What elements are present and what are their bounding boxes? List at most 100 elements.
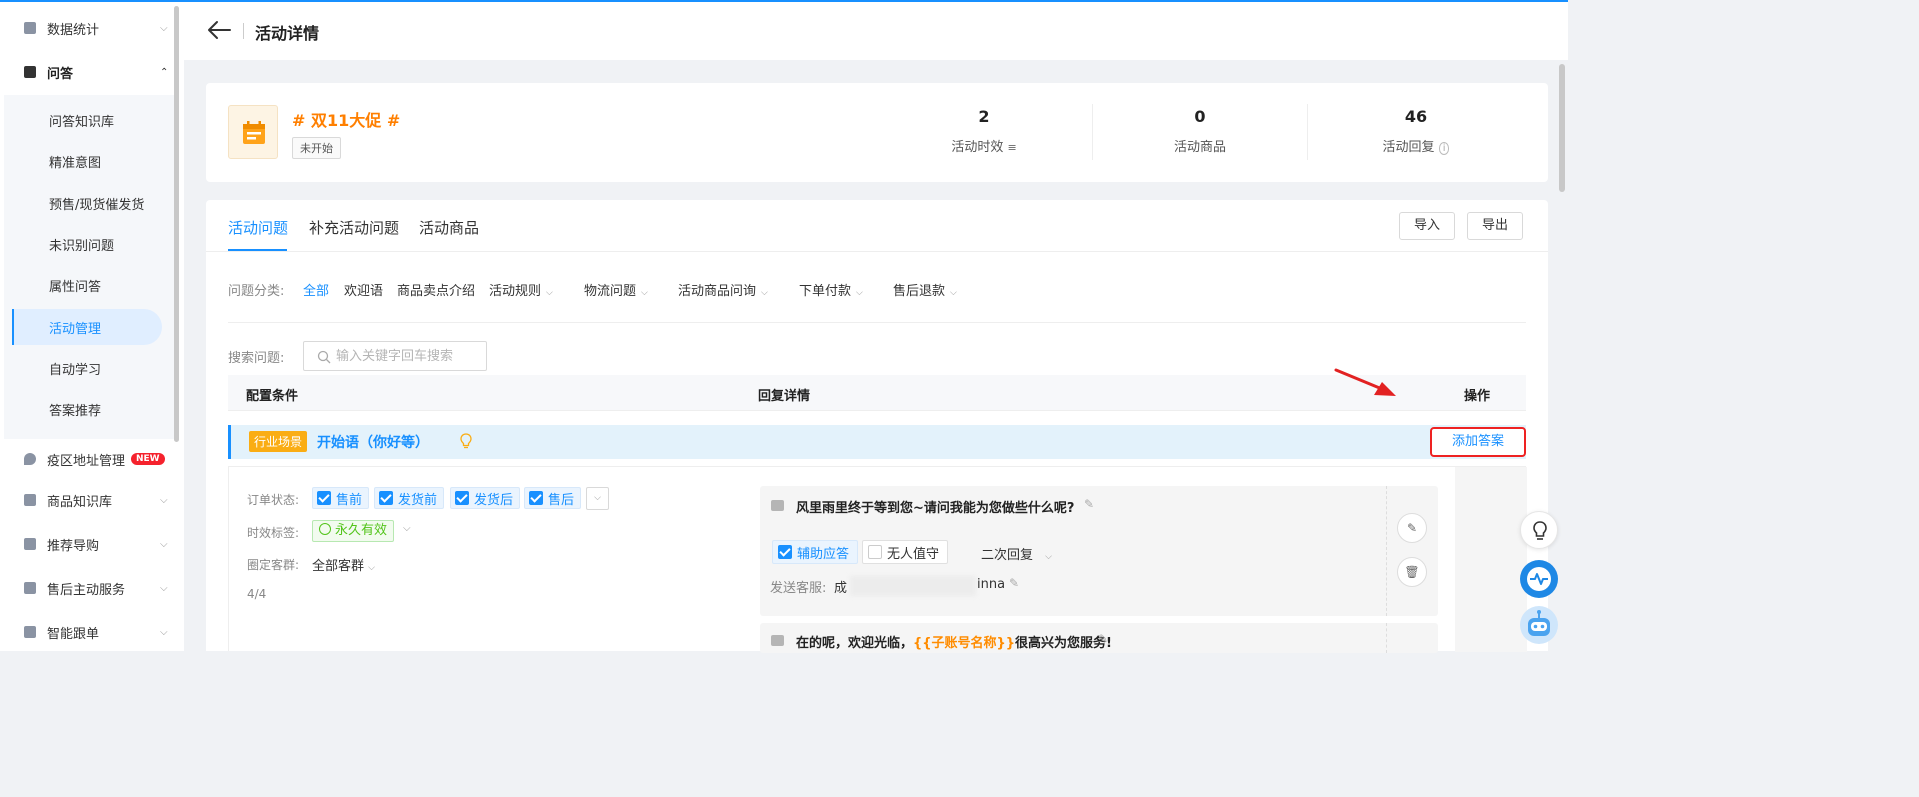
filter-all[interactable]: 全部: [303, 280, 329, 299]
unattended-checkbox[interactable]: 无人值守: [862, 540, 949, 564]
pulse-icon: [1527, 567, 1551, 591]
search-label: 搜索问题:: [228, 351, 285, 366]
delete-reply-button[interactable]: 🗑: [1397, 557, 1427, 587]
checkbox-label: 售后: [548, 492, 575, 508]
scene-group-row: 行业场景 开始语（你好等） 添加答案: [228, 425, 1526, 459]
filter-item-label: 欢迎语: [344, 284, 384, 299]
order-status-before-ship-checkbox[interactable]: 发货前: [374, 487, 445, 509]
time-label: 时效标签:: [247, 526, 300, 540]
checkbox-label: 辅助应答: [797, 546, 850, 562]
page-scrollbar[interactable]: [1559, 64, 1565, 192]
tab-activity-products[interactable]: 活动商品: [419, 217, 479, 238]
filter-item-label: 全部: [303, 284, 330, 299]
edit-pencil-icon[interactable]: ✎: [1009, 576, 1019, 590]
assist-reply-checkbox[interactable]: 辅助应答: [772, 540, 859, 564]
order-status-presale-checkbox[interactable]: 售前: [312, 487, 370, 509]
info-icon[interactable]: i: [1438, 142, 1450, 155]
activity-summary-card: # 双11大促 # 未开始 2 活动时效 ≡ 0 活动商品 46 活动回复 i: [206, 83, 1548, 182]
sidebar-subitem-unrecognized[interactable]: 未识别问题: [12, 226, 162, 262]
staff-name-suffix: inna: [977, 577, 1006, 592]
config-count: 4/4: [247, 587, 267, 601]
back-arrow-icon[interactable]: [206, 18, 232, 42]
col-header-reply: 回复详情: [758, 389, 811, 404]
chevron-down-icon: ⌵: [160, 22, 168, 34]
add-answer-button[interactable]: 添加答案: [1430, 427, 1526, 457]
time-validity-tag[interactable]: 永久有效: [312, 520, 395, 542]
filter-welcome[interactable]: 欢迎语: [344, 280, 383, 299]
second-reply-label: 二次回复: [981, 548, 1034, 563]
filter-order-payment[interactable]: 下单付款 ⌵: [799, 280, 863, 299]
sidebar-subitem-intent[interactable]: 精准意图: [12, 143, 162, 179]
filter-refund[interactable]: 售后退款 ⌵: [893, 280, 957, 299]
edit-reply-button[interactable]: ✎: [1397, 513, 1427, 543]
operations-column: [1455, 467, 1527, 652]
filter-item-label: 售后退款: [893, 284, 946, 299]
sidebar-scrollbar[interactable]: [174, 6, 179, 442]
customer-group-select[interactable]: 全部客群 ⌵: [312, 555, 375, 574]
sidebar-subitem-answer-rec[interactable]: 答案推荐: [12, 391, 162, 427]
checkbox-label: 发货后: [474, 492, 514, 508]
stat-validity[interactable]: 2 活动时效 ≡: [909, 107, 1059, 155]
tab-activity-questions[interactable]: 活动问题: [228, 217, 288, 238]
reply-text-part: 在的呢，欢迎光临，: [796, 636, 914, 651]
edit-pencil-icon[interactable]: ✎: [1084, 497, 1094, 511]
robot-assistant-button[interactable]: [1520, 606, 1558, 644]
filter-product-inquiry[interactable]: 活动商品问询 ⌵: [678, 280, 768, 299]
annotation-arrow: [1334, 368, 1396, 396]
chevron-down-icon: ⌵: [761, 288, 768, 298]
sidebar-item-product-kb[interactable]: 商品知识库 ⌵: [0, 482, 174, 518]
lightbulb-icon[interactable]: [460, 433, 472, 449]
sidebar-subitem-label: 未识别问题: [49, 238, 115, 254]
scene-title: 开始语（你好等）: [317, 435, 429, 451]
reply-variable: {{子账号名称}}: [913, 636, 1016, 651]
status-badge: 未开始: [292, 137, 341, 159]
sidebar-item-epidemic-address[interactable]: 疫区地址管理 NEW: [0, 441, 174, 477]
order-status-dropdown[interactable]: ⌵: [586, 487, 609, 510]
reply-card: 风里雨里终于等到您~请问我能为您做些什么呢? ✎ 辅助应答 无人值守 二次回复 …: [760, 486, 1438, 616]
import-button[interactable]: 导入: [1399, 212, 1456, 240]
export-button[interactable]: 导出: [1467, 212, 1524, 240]
sidebar-item-label: 问答: [47, 66, 74, 82]
sidebar-item-stats[interactable]: 数据统计 ⌵: [0, 10, 174, 46]
sidebar-subitem-attribute-qa[interactable]: 属性问答: [12, 267, 162, 303]
search-icon: [317, 350, 331, 364]
sidebar-subitem-qa-kb[interactable]: 问答知识库: [12, 102, 162, 138]
order-status-aftersale-checkbox[interactable]: 售后: [524, 487, 582, 509]
chevron-down-icon: ⌵: [160, 494, 168, 506]
checkbox-unchecked-icon: [868, 545, 882, 559]
filter-activity-rules[interactable]: 活动规则 ⌵: [489, 280, 553, 299]
sidebar-subitem-auto-learn[interactable]: 自动学习: [12, 350, 162, 386]
sidebar-item-aftersale-service[interactable]: 售后主动服务 ⌵: [0, 570, 174, 606]
checkbox-label: 发货前: [398, 492, 438, 508]
lightbulb-icon: [1533, 521, 1547, 540]
sidebar-item-label: 智能跟单: [47, 626, 100, 642]
sidebar-item-recommend[interactable]: 推荐导购 ⌵: [0, 526, 174, 562]
sidebar-subitem-label: 预售/现货催发货: [49, 197, 145, 213]
filter-list-icon[interactable]: ≡: [1007, 141, 1016, 154]
sidebar-item-label: 售后主动服务: [47, 582, 126, 598]
sidebar-subitem-presale[interactable]: 预售/现货催发货: [12, 185, 162, 221]
reply-divider: [1386, 623, 1387, 653]
activity-name: # 双11大促 #: [292, 111, 401, 130]
sidebar-item-qa[interactable]: 问答 ⌃: [0, 54, 174, 90]
filter-item-label: 物流问题: [584, 284, 637, 299]
chevron-down-icon: ⌵: [1045, 552, 1052, 562]
search-input[interactable]: [336, 347, 482, 365]
idea-float-button[interactable]: [1520, 511, 1558, 549]
tab-supplement-questions[interactable]: 补充活动问题: [309, 217, 399, 238]
sidebar-subitem-activity-mgmt[interactable]: 活动管理: [12, 309, 162, 345]
chevron-down-icon: ⌵: [546, 288, 553, 298]
checkbox-checked-icon: [455, 491, 469, 505]
second-reply-select[interactable]: 二次回复 ⌵: [981, 544, 1052, 563]
top-accent-line: [0, 0, 1568, 2]
monitor-float-button[interactable]: [1520, 560, 1558, 598]
chevron-down-icon[interactable]: ⌵: [403, 523, 411, 534]
header-divider: [243, 23, 244, 39]
edit-pencil-icon[interactable]: ✎: [1098, 632, 1108, 646]
filter-logistics[interactable]: 物流问题 ⌵: [584, 280, 648, 299]
checkbox-checked-icon: [317, 491, 331, 505]
sidebar-item-smart-follow[interactable]: 智能跟单 ⌵: [0, 614, 174, 650]
order-status-label: 订单状态:: [247, 493, 300, 507]
order-status-after-ship-checkbox[interactable]: 发货后: [450, 487, 521, 509]
filter-selling-points[interactable]: 商品卖点介绍: [397, 280, 475, 299]
